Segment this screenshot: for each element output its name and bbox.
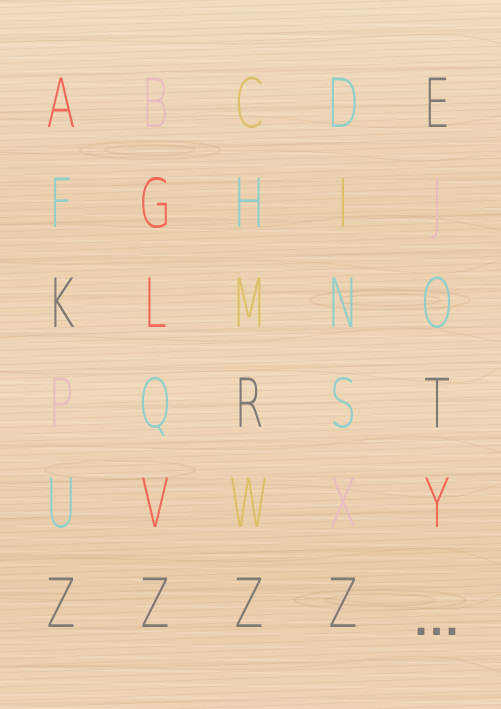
letter-d: D — [326, 65, 360, 144]
letter-z-1: Z — [46, 565, 76, 644]
letter-grid: A B C D E F G H I J K L M N O P Q R S T U V W X Y Z Z Z Z... — [14, 55, 483, 655]
alphabet-poster: A B C D E F G H I J K L M N O P Q R S T U V W X Y Z Z Z Z... — [0, 0, 501, 709]
letter-p: P — [48, 365, 74, 444]
letter-k: K — [47, 265, 75, 344]
letter-f: F — [48, 165, 74, 244]
letter-y: Y — [424, 465, 450, 544]
letter-n: N — [327, 265, 359, 344]
letter-h: H — [233, 165, 265, 244]
ellipsis: ... — [413, 600, 461, 644]
letter-z-3: Z — [234, 565, 264, 644]
letter-g: G — [138, 165, 172, 244]
letter-c: C — [234, 65, 264, 144]
letter-m: M — [230, 265, 268, 344]
letter-a: A — [46, 65, 76, 144]
letter-v: V — [140, 465, 170, 544]
letter-u: U — [45, 465, 77, 544]
letter-t: T — [424, 365, 450, 444]
letter-z-2: Z — [140, 565, 170, 644]
letter-o: O — [420, 265, 454, 344]
letter-j: J — [430, 165, 444, 244]
letter-i: I — [336, 165, 350, 244]
letter-q: Q — [138, 365, 172, 444]
letter-x: X — [328, 465, 358, 544]
letter-s: S — [329, 365, 357, 444]
letter-z-4: Z — [328, 565, 358, 644]
letter-b: B — [141, 65, 169, 144]
letter-r: R — [234, 365, 264, 444]
letter-w: W — [228, 465, 270, 544]
letter-l: L — [143, 265, 167, 344]
letter-e: E — [423, 65, 451, 144]
